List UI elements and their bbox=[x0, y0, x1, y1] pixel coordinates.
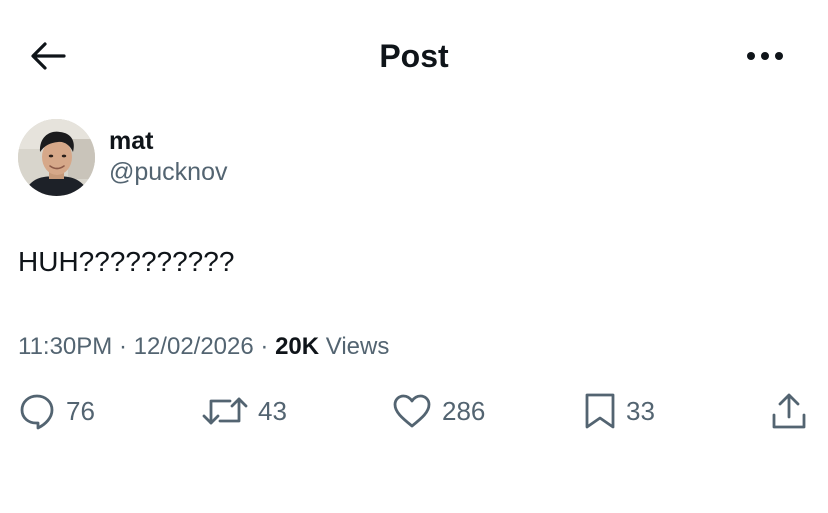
repost-icon bbox=[202, 393, 248, 429]
reply-icon bbox=[18, 392, 56, 430]
more-options-button[interactable] bbox=[740, 36, 792, 76]
post-time[interactable]: 11:30PM bbox=[18, 333, 112, 360]
more-horizontal-icon bbox=[746, 51, 786, 61]
author-handle[interactable]: @pucknov bbox=[109, 156, 228, 188]
repost-button[interactable]: 43 bbox=[202, 388, 287, 434]
post-header: Post bbox=[0, 0, 828, 110]
repost-count: 43 bbox=[258, 396, 287, 426]
author-text: mat @pucknov bbox=[109, 126, 228, 188]
like-button[interactable]: 286 bbox=[392, 388, 485, 434]
bookmark-button[interactable]: 33 bbox=[584, 388, 655, 434]
views-label: Views bbox=[325, 333, 390, 360]
action-bar: 76 43 286 33 bbox=[0, 388, 828, 434]
post-date[interactable]: 12/02/2026 bbox=[134, 333, 254, 360]
like-count: 286 bbox=[442, 396, 486, 426]
heart-icon bbox=[392, 393, 432, 429]
bookmark-icon bbox=[584, 392, 616, 430]
author-display-name[interactable]: mat bbox=[109, 126, 228, 156]
share-button[interactable] bbox=[770, 388, 808, 434]
bookmark-count: 33 bbox=[626, 396, 655, 426]
post-text: HUH?????????? bbox=[18, 246, 235, 277]
page-title: Post bbox=[379, 38, 449, 74]
views-count[interactable]: 20K bbox=[275, 333, 319, 360]
post-meta: 11:30PM · 12/02/2026 · 20K Views bbox=[18, 332, 389, 362]
post-author[interactable]: mat @pucknov bbox=[18, 117, 228, 197]
reply-count: 76 bbox=[66, 396, 95, 426]
avatar[interactable] bbox=[18, 118, 95, 196]
meta-separator: · bbox=[253, 333, 276, 360]
meta-separator: · bbox=[112, 333, 134, 360]
reply-button[interactable]: 76 bbox=[18, 388, 95, 434]
share-icon bbox=[770, 391, 808, 431]
